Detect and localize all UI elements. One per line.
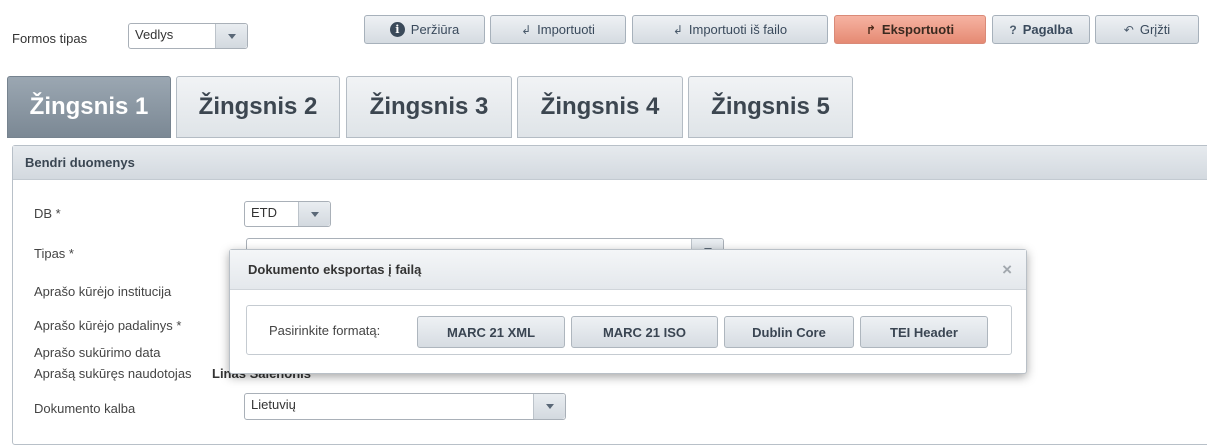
language-value: Lietuvių (251, 397, 296, 412)
import-from-file-label: Importuoti iš failo (688, 22, 788, 37)
chevron-down-icon (215, 24, 247, 48)
creator-label: Aprašą sukūręs naudotojas (34, 366, 192, 381)
form-type-label: Formos tipas (12, 31, 88, 46)
step-tab-1[interactable]: Žingsnis 1 (7, 76, 171, 138)
import-file-icon: ↲ (672, 22, 683, 37)
help-button-label: Pagalba (1022, 22, 1073, 37)
export-icon: ↱ (865, 22, 876, 37)
unit-label: Aprašo kūrėjo padalinys * (34, 318, 182, 333)
institution-label: Aprašo kūrėjo institucija (34, 284, 172, 299)
form-type-select[interactable]: Vedlys (128, 23, 248, 49)
import-button[interactable]: ↲ Importuoti (490, 15, 626, 44)
db-select[interactable]: ETD (244, 201, 331, 227)
back-button-label: Grįžti (1139, 22, 1171, 37)
top-toolbar: Formos tipas Vedlys i Peržiūra ↲ Importu… (0, 0, 1207, 62)
marc21-xml-button[interactable]: MARC 21 XML (417, 316, 565, 348)
info-icon: i (389, 22, 405, 37)
panel-title: Bendri duomenys (13, 146, 1207, 180)
step-tab-2[interactable]: Žingsnis 2 (176, 76, 340, 138)
type-label: Tipas * (34, 246, 74, 261)
back-button[interactable]: ↶ Grįžti (1095, 15, 1199, 44)
format-chooser: Pasirinkite formatą: MARC 21 XML MARC 21… (246, 305, 1012, 355)
marc21-iso-button[interactable]: MARC 21 ISO (571, 316, 718, 348)
form-type-value: Vedlys (135, 27, 174, 42)
chevron-down-icon (533, 394, 565, 419)
dialog-title-text: Dokumento eksportas į failą (248, 262, 422, 277)
format-label: Pasirinkite formatą: (269, 323, 381, 338)
dublin-core-button[interactable]: Dublin Core (724, 316, 854, 348)
export-button-label: Eksportuoti (881, 22, 955, 37)
import-button-label: Importuoti (537, 22, 595, 37)
back-icon: ↶ (1123, 22, 1134, 37)
created-date-label: Aprašo sukūrimo data (34, 345, 161, 360)
db-label: DB * (34, 206, 61, 221)
language-label: Dokumento kalba (34, 401, 136, 416)
step-tab-5[interactable]: Žingsnis 5 (688, 76, 853, 138)
dialog-title: Dokumento eksportas į failą × (230, 250, 1026, 290)
language-select[interactable]: Lietuvių (244, 393, 566, 420)
preview-button[interactable]: i Peržiūra (364, 15, 485, 44)
tei-header-button[interactable]: TEI Header (860, 316, 988, 348)
help-button[interactable]: ? Pagalba (992, 15, 1090, 44)
preview-button-label: Peržiūra (410, 22, 460, 37)
step-tab-3[interactable]: Žingsnis 3 (346, 76, 512, 138)
import-from-file-button[interactable]: ↲ Importuoti iš failo (632, 15, 828, 44)
help-icon: ? (1009, 22, 1017, 37)
export-button[interactable]: ↱ Eksportuoti (834, 15, 986, 44)
export-dialog: Dokumento eksportas į failą × Pasirinkit… (229, 249, 1027, 374)
close-icon[interactable]: × (1002, 260, 1012, 280)
db-value: ETD (251, 205, 277, 220)
chevron-down-icon (298, 202, 330, 226)
step-tab-4[interactable]: Žingsnis 4 (517, 76, 683, 138)
import-icon: ↲ (521, 22, 532, 37)
